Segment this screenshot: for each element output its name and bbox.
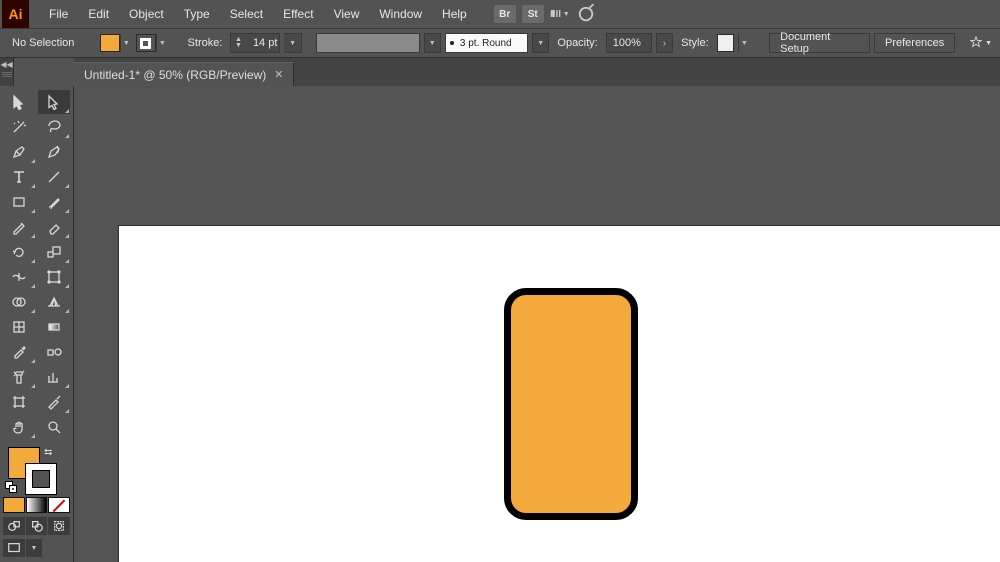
gpu-preview-button[interactable] bbox=[576, 4, 596, 24]
rotate-tool[interactable] bbox=[3, 240, 36, 264]
color-mode-gradient[interactable] bbox=[26, 497, 48, 513]
workspace: ⇆ ▼ bbox=[0, 86, 1000, 562]
panel-expand-strip[interactable]: ◀◀ bbox=[0, 58, 14, 86]
stroke-swatch-box bbox=[136, 34, 156, 52]
brush-definition[interactable] bbox=[316, 33, 420, 53]
menu-object[interactable]: Object bbox=[119, 0, 174, 28]
column-graph-tool[interactable] bbox=[38, 365, 71, 389]
symbol-sprayer-tool[interactable] bbox=[3, 365, 36, 389]
control-bar: No Selection ▼ ▼ Stroke: ▲▼ 14 pt ▼ ▼ 3 … bbox=[0, 28, 1000, 58]
opacity-flyout[interactable]: › bbox=[656, 33, 673, 53]
tab-strip: ◀◀ Untitled-1* @ 50% (RGB/Preview) ✕ bbox=[0, 58, 1000, 86]
document-setup-button[interactable]: Document Setup bbox=[769, 33, 870, 53]
stroke-label[interactable]: Stroke: bbox=[188, 37, 223, 49]
rounded-rectangle-shape[interactable] bbox=[504, 288, 638, 520]
menu-help[interactable]: Help bbox=[432, 0, 477, 28]
stroke-dropdown-icon[interactable]: ▼ bbox=[156, 34, 168, 52]
shape-builder-tool[interactable] bbox=[3, 290, 36, 314]
paintbrush-tool[interactable] bbox=[38, 190, 71, 214]
menu-view[interactable]: View bbox=[324, 0, 370, 28]
lasso-tool[interactable] bbox=[38, 115, 71, 139]
opacity-value[interactable]: 100% bbox=[609, 37, 649, 49]
stroke-well[interactable] bbox=[25, 463, 57, 495]
draw-inside[interactable] bbox=[48, 517, 70, 535]
hand-tool[interactable] bbox=[3, 415, 36, 439]
rectangle-tool[interactable] bbox=[3, 190, 36, 214]
swap-fill-stroke-icon[interactable]: ⇆ bbox=[44, 447, 52, 458]
selection-status: No Selection bbox=[12, 37, 74, 49]
opacity-field[interactable]: 100% bbox=[606, 33, 652, 53]
graphic-style-swatch[interactable] bbox=[717, 34, 734, 52]
menu-file[interactable]: File bbox=[39, 0, 78, 28]
shaper-tool[interactable] bbox=[3, 215, 36, 239]
preferences-button[interactable]: Preferences bbox=[874, 33, 955, 53]
selection-tool[interactable] bbox=[3, 90, 36, 114]
stroke-swatch[interactable]: ▼ bbox=[136, 34, 168, 52]
blend-tool[interactable] bbox=[38, 340, 71, 364]
color-mode-bar bbox=[3, 497, 70, 513]
mesh-tool[interactable] bbox=[3, 315, 36, 339]
magic-wand-tool[interactable] bbox=[3, 115, 36, 139]
screen-mode-row: ▼ bbox=[3, 539, 70, 557]
bridge-button[interactable]: Br bbox=[494, 5, 516, 23]
menu-effect[interactable]: Effect bbox=[273, 0, 323, 28]
document-tab-title: Untitled-1* @ 50% (RGB/Preview) bbox=[84, 68, 266, 82]
eyedropper-tool[interactable] bbox=[3, 340, 36, 364]
scale-tool[interactable] bbox=[38, 240, 71, 264]
direct-selection-tool[interactable] bbox=[38, 90, 71, 114]
gradient-tool[interactable] bbox=[38, 315, 71, 339]
stroke-weight-dropdown[interactable]: ▼ bbox=[284, 33, 301, 53]
fill-swatch-color bbox=[100, 34, 120, 52]
close-icon[interactable]: ✕ bbox=[274, 68, 283, 81]
width-profile-label: 3 pt. Round bbox=[460, 38, 512, 49]
line-segment-tool[interactable] bbox=[38, 165, 71, 189]
artboard-tool[interactable] bbox=[3, 390, 36, 414]
fill-dropdown-icon[interactable]: ▼ bbox=[120, 34, 132, 52]
screen-mode-dropdown[interactable]: ▼ bbox=[26, 539, 42, 557]
style-label[interactable]: Style: bbox=[681, 37, 709, 49]
width-profile-dropdown[interactable]: ▼ bbox=[532, 33, 549, 53]
brush-dropdown[interactable]: ▼ bbox=[424, 33, 441, 53]
graphic-style-dropdown[interactable]: ▼ bbox=[738, 34, 750, 52]
fill-stroke-control[interactable]: ⇆ bbox=[3, 445, 70, 493]
tools-panel: ⇆ ▼ bbox=[0, 86, 74, 562]
stroke-weight-value[interactable]: 14 pt bbox=[243, 37, 277, 49]
canvas-area[interactable] bbox=[74, 86, 1000, 562]
perspective-grid-tool[interactable] bbox=[38, 290, 71, 314]
app-logo: Ai bbox=[2, 0, 29, 28]
menu-select[interactable]: Select bbox=[220, 0, 273, 28]
eraser-tool[interactable] bbox=[38, 215, 71, 239]
draw-behind[interactable] bbox=[26, 517, 48, 535]
stock-button[interactable]: St bbox=[522, 5, 544, 23]
draw-normal[interactable] bbox=[3, 517, 25, 535]
draw-mode-row bbox=[3, 517, 70, 535]
pen-tool[interactable] bbox=[3, 140, 36, 164]
width-profile[interactable]: 3 pt. Round bbox=[445, 33, 528, 53]
curvature-tool[interactable] bbox=[38, 140, 71, 164]
color-mode-solid[interactable] bbox=[3, 497, 25, 513]
zoom-tool[interactable] bbox=[38, 415, 71, 439]
fill-swatch[interactable]: ▼ bbox=[100, 34, 132, 52]
screen-mode-button[interactable] bbox=[3, 539, 25, 557]
type-tool[interactable] bbox=[3, 165, 36, 189]
align-to-menu[interactable]: ▼ bbox=[969, 36, 992, 50]
free-transform-tool[interactable] bbox=[38, 265, 71, 289]
opacity-label[interactable]: Opacity: bbox=[557, 37, 597, 49]
default-fill-stroke-icon[interactable] bbox=[5, 481, 17, 493]
menu-type[interactable]: Type bbox=[174, 0, 220, 28]
stroke-weight-stepper[interactable]: ▲▼ bbox=[233, 37, 243, 49]
color-mode-none[interactable] bbox=[48, 497, 70, 513]
document-tab[interactable]: Untitled-1* @ 50% (RGB/Preview) ✕ bbox=[74, 62, 294, 86]
round-cap-icon bbox=[450, 41, 454, 45]
width-tool[interactable] bbox=[3, 265, 36, 289]
stroke-weight-field[interactable]: ▲▼ 14 pt bbox=[230, 33, 280, 53]
slice-tool[interactable] bbox=[38, 390, 71, 414]
expand-chevrons-icon: ◀◀ bbox=[0, 60, 12, 69]
grip-icon bbox=[2, 72, 12, 77]
menubar: Ai File Edit Object Type Select Effect V… bbox=[0, 0, 1000, 28]
arrange-docs-button[interactable]: ▼ bbox=[550, 4, 570, 24]
menu-edit[interactable]: Edit bbox=[78, 0, 119, 28]
menu-window[interactable]: Window bbox=[369, 0, 432, 28]
